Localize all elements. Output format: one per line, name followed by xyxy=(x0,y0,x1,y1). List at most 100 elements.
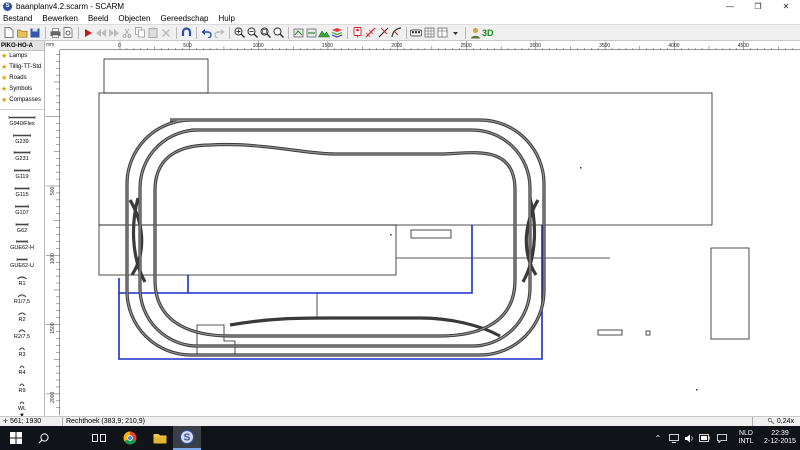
tray-up-arrow-icon[interactable]: ⌃ xyxy=(652,426,664,450)
menu-bestand[interactable]: Bestand xyxy=(3,14,32,23)
taskbar-chrome[interactable] xyxy=(116,426,144,450)
minimize-button[interactable]: — xyxy=(716,0,744,12)
fast-forward-icon[interactable] xyxy=(108,27,120,39)
menu-bewerken[interactable]: Bewerken xyxy=(42,14,78,23)
zoom-fit-icon[interactable] xyxy=(259,27,271,39)
redo-icon[interactable] xyxy=(213,27,225,39)
track-piece-icon xyxy=(19,347,25,351)
play-icon[interactable] xyxy=(82,27,94,39)
dropdown-arrow-icon[interactable] xyxy=(449,27,461,39)
turnout-left[interactable] xyxy=(128,197,147,283)
close-button[interactable]: ✕ xyxy=(772,0,800,12)
side-rectangle[interactable] xyxy=(710,247,750,340)
new-file-icon[interactable] xyxy=(3,27,15,39)
table-icon[interactable] xyxy=(436,27,448,39)
scarm-app-icon[interactable]: S xyxy=(3,1,12,11)
start-button[interactable] xyxy=(0,426,32,450)
wiring xyxy=(118,225,543,360)
signal-icon[interactable] xyxy=(351,27,363,39)
small-rectangle[interactable] xyxy=(645,330,651,336)
track-piece[interactable]: G107 xyxy=(0,199,44,217)
layer-two-icon[interactable] xyxy=(305,27,317,39)
3d-view-icon[interactable]: 3D xyxy=(482,27,494,39)
zoom-in-icon[interactable] xyxy=(233,27,245,39)
layout-canvas[interactable] xyxy=(60,50,800,415)
wire-outer[interactable] xyxy=(118,225,543,360)
volume-icon[interactable] xyxy=(683,426,694,450)
open-folder-icon[interactable] xyxy=(16,27,28,39)
track-straight-icon[interactable] xyxy=(377,27,389,39)
baseboard-rectangle[interactable] xyxy=(103,58,209,94)
track-piece[interactable]: G119 xyxy=(0,163,44,181)
category-roads[interactable]: ★ Roads xyxy=(0,73,44,84)
network-icon[interactable] xyxy=(668,426,679,450)
menu-beeld[interactable]: Beeld xyxy=(88,14,108,23)
delete-icon[interactable] xyxy=(160,27,172,39)
taskbar-scarm[interactable]: S xyxy=(173,426,201,450)
grid-icon[interactable] xyxy=(423,27,435,39)
task-view-button[interactable] xyxy=(86,426,112,450)
category-compasses[interactable]: ★ Compasses xyxy=(0,95,44,106)
baseboard-extension[interactable] xyxy=(196,324,236,357)
copy-icon[interactable] xyxy=(134,27,146,39)
layer-one-icon[interactable] xyxy=(292,27,304,39)
rewind-icon[interactable] xyxy=(95,27,107,39)
track-flex-icon[interactable] xyxy=(364,27,376,39)
track-piece[interactable]: G239 xyxy=(0,128,44,146)
track-curve-icon[interactable] xyxy=(390,27,402,39)
layers-icon[interactable] xyxy=(331,27,343,39)
cut-icon[interactable] xyxy=(121,27,133,39)
track-piece[interactable]: G62 xyxy=(0,217,44,235)
action-center-icon[interactable] xyxy=(716,426,728,450)
battery-icon[interactable] xyxy=(698,426,710,450)
category-tillig-tt-std[interactable]: ★ Tillig-TT-Std xyxy=(0,62,44,73)
small-rectangle[interactable] xyxy=(597,329,623,336)
search-button[interactable] xyxy=(32,426,54,450)
track-piece[interactable]: R3 xyxy=(0,341,44,359)
menu-hulp[interactable]: Hulp xyxy=(218,14,234,23)
save-icon[interactable] xyxy=(29,27,41,39)
track-piece[interactable]: GUE62-U xyxy=(0,252,44,270)
taskbar-file-explorer[interactable] xyxy=(146,426,174,450)
category-lamps[interactable]: ★ Lamps xyxy=(0,51,44,62)
menu-objecten[interactable]: Objecten xyxy=(118,14,150,23)
toolbar-separator xyxy=(78,26,79,39)
category-symbols[interactable]: ★ Symbols xyxy=(0,84,44,95)
toolbar-separator xyxy=(406,26,407,39)
track-piece[interactable]: R1/7,5 xyxy=(0,288,44,306)
track-piece[interactable]: R2 xyxy=(0,306,44,324)
track-piece[interactable]: R9 xyxy=(0,377,44,395)
user-icon[interactable] xyxy=(469,27,481,39)
paste-icon[interactable] xyxy=(147,27,159,39)
track-piece[interactable]: WL xyxy=(0,395,44,413)
track-loop-inner[interactable] xyxy=(153,142,517,338)
input-language[interactable]: NLD INTL xyxy=(733,430,759,446)
clock[interactable]: 22:39 2-12-2015 xyxy=(762,430,798,446)
library-selector[interactable]: PIKO-HO-A xyxy=(0,41,44,51)
toolbar-separator xyxy=(229,26,230,39)
zoom-window-icon[interactable] xyxy=(272,27,284,39)
track-piece-label: WL xyxy=(17,405,27,412)
track-piece[interactable]: G940/Flex xyxy=(0,110,44,128)
track-piece[interactable]: GUE62-H xyxy=(0,235,44,253)
menu-gereedschap[interactable]: Gereedschap xyxy=(160,14,208,23)
track-piece[interactable]: R1 xyxy=(0,270,44,288)
track-piece[interactable]: R4 xyxy=(0,359,44,377)
train-icon[interactable] xyxy=(410,27,422,39)
wire-inner[interactable] xyxy=(119,225,473,294)
print-preview-icon[interactable] xyxy=(62,27,74,39)
track-piece[interactable]: R2/7,5 xyxy=(0,324,44,342)
baseboard-rectangle[interactable] xyxy=(98,224,397,276)
baseboard-rectangle[interactable] xyxy=(98,92,713,226)
restore-button[interactable]: ❐ xyxy=(744,0,772,12)
zoom-out-icon[interactable] xyxy=(246,27,258,39)
ruler-label: 0 xyxy=(118,43,121,49)
undo-icon[interactable] xyxy=(200,27,212,39)
terrain-icon[interactable] xyxy=(318,27,330,39)
small-rectangle[interactable] xyxy=(410,229,452,239)
track-piece-label: G62 xyxy=(16,227,28,234)
print-icon[interactable] xyxy=(49,27,61,39)
track-piece[interactable]: G115 xyxy=(0,181,44,199)
magnet-icon[interactable] xyxy=(180,27,192,39)
track-piece[interactable]: G231 xyxy=(0,146,44,164)
